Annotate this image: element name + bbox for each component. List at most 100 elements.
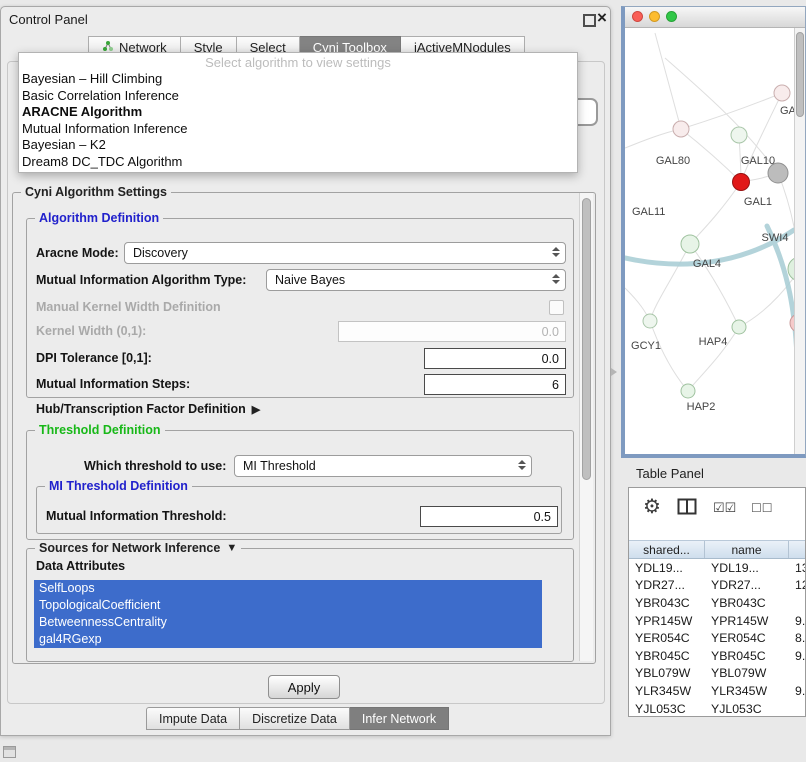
columns-icon[interactable] [677, 498, 697, 520]
cell-shared: YJL053C [629, 700, 705, 716]
cell-value [789, 665, 805, 683]
gear-icon[interactable]: ⚙ [643, 494, 661, 519]
aracne-mode-select[interactable]: Discovery [124, 242, 566, 264]
node-selected-red[interactable] [733, 174, 750, 191]
dropdown-placeholder: Select algorithm to view settings [19, 55, 577, 71]
mi-threshold-label: Mutual Information Threshold: [46, 505, 227, 527]
mi-algorithm-type-select[interactable]: Naive Bayes [266, 269, 566, 291]
hub-transcription-factor-expander[interactable]: Hub/Transcription Factor Definition ▶ [36, 402, 260, 416]
cell-name: YPR145W [705, 612, 789, 630]
node[interactable] [673, 121, 689, 137]
which-threshold-select[interactable]: MI Threshold [234, 455, 532, 477]
settings-scrollbar[interactable] [579, 193, 593, 661]
network-scrollbar-thumb[interactable] [796, 32, 804, 117]
cell-value [789, 594, 805, 612]
table-row[interactable]: YER054CYER054C8. [629, 629, 805, 647]
close-traffic-light[interactable] [632, 11, 643, 22]
table-row[interactable]: YJL053CYJL053C [629, 700, 805, 716]
node-label: HAP2 [687, 401, 716, 413]
cell-value: 13 [789, 559, 805, 577]
node-label: GAL4 [693, 258, 721, 270]
node-label: GAL80 [656, 155, 690, 167]
cell-value: 8. [789, 629, 805, 647]
window-grip-icon[interactable] [3, 746, 16, 758]
network-window-titlebar[interactable] [625, 7, 805, 28]
table-row[interactable]: YPR145WYPR145W9. [629, 612, 805, 630]
algorithm-option[interactable]: Bayesian – Hill Climbing [19, 71, 577, 88]
algorithm-option-selected[interactable]: ARACNE Algorithm [19, 104, 577, 121]
minimize-traffic-light[interactable] [649, 11, 660, 22]
expander-label: Sources for Network Inference [39, 541, 220, 555]
apply-button[interactable]: Apply [268, 675, 340, 699]
cell-value: 9. [789, 647, 805, 665]
sources-expander[interactable]: Sources for Network Inference ▼ [35, 541, 241, 555]
node[interactable] [681, 384, 695, 398]
algorithm-option[interactable]: Mutual Information Inference [19, 121, 577, 138]
manual-kernel-width-checkbox [549, 300, 564, 315]
table-row[interactable]: YDR27...YDR27...12 [629, 577, 805, 595]
close-icon[interactable]: × [597, 9, 607, 27]
mi-algorithm-type-label: Mutual Information Algorithm Type: [36, 269, 246, 291]
group-title: MI Threshold Definition [45, 479, 192, 493]
unchecked-pair-icon[interactable]: ☐☐ [751, 501, 773, 515]
kernel-width-field: 0.0 [338, 321, 566, 342]
table-row[interactable]: YBR043CYBR043C [629, 594, 805, 612]
node[interactable] [731, 127, 747, 143]
chevron-right-icon: ▶ [252, 403, 260, 416]
float-window-icon[interactable] [583, 14, 596, 27]
column-header-partial[interactable] [789, 541, 805, 558]
table-row[interactable]: YBR045CYBR045C9. [629, 647, 805, 665]
attribute-item[interactable]: TopologicalCoefficient [34, 597, 542, 614]
tab-impute-data[interactable]: Impute Data [146, 707, 240, 730]
cell-shared: YBL079W [629, 665, 705, 683]
selected-value: MI Threshold [243, 459, 316, 473]
table-row[interactable]: YBL079WYBL079W [629, 665, 805, 683]
node[interactable] [774, 85, 790, 101]
algorithm-option[interactable]: Basic Correlation Inference [19, 88, 577, 105]
group-title: Algorithm Definition [35, 211, 163, 225]
zoom-traffic-light[interactable] [666, 11, 677, 22]
network-scrollbar[interactable] [794, 28, 805, 454]
table-panel-title: Table Panel [636, 466, 704, 481]
node[interactable] [732, 320, 746, 334]
which-threshold-label: Which threshold to use: [84, 455, 226, 477]
column-header-name[interactable]: name [705, 541, 789, 558]
node-label: GAL1 [744, 196, 772, 208]
table-body: YDL19...YDL19...13 YDR27...YDR27...12 YB… [629, 559, 805, 716]
mi-steps-field[interactable]: 6 [424, 374, 566, 395]
cell-shared: YDR27... [629, 577, 705, 595]
kernel-width-label: Kernel Width (0,1): [36, 320, 146, 342]
node-label: GAL11 [632, 206, 665, 218]
checked-pair-icon[interactable]: ☑☑ [713, 500, 736, 516]
dpi-tolerance-label: DPI Tolerance [0,1]: [36, 347, 152, 369]
node[interactable] [643, 314, 657, 328]
cell-name: YDR27... [705, 577, 789, 595]
table-panel-window: ⚙ ☑☑ ☐☐ shared... name YDL19...YDL19...1… [628, 487, 806, 717]
tab-infer-network[interactable]: Infer Network [350, 707, 449, 730]
table-row[interactable]: YDL19...YDL19...13 [629, 559, 805, 577]
node[interactable] [681, 235, 699, 253]
attribute-item[interactable]: gal4RGexp [34, 631, 542, 648]
cell-shared: YPR145W [629, 612, 705, 630]
cell-shared: YDL19... [629, 559, 705, 577]
tab-discretize-data[interactable]: Discretize Data [240, 707, 350, 730]
node-label: SWI4 [762, 232, 789, 244]
data-attributes-list: SelfLoops TopologicalCoefficient Between… [34, 580, 542, 648]
aracne-mode-label: Aracne Mode: [36, 242, 119, 264]
dpi-tolerance-field[interactable]: 0.0 [424, 348, 566, 369]
control-panel-title: Control Panel [9, 12, 88, 27]
cell-name: YBR045C [705, 647, 789, 665]
algorithm-option[interactable]: Bayesian – K2 [19, 137, 577, 154]
network-canvas[interactable]: GAL80 GAL10 GAL11 GAL1 SWI4 GAL4 GCY1 HA… [625, 28, 794, 454]
attribute-item[interactable]: SelfLoops [34, 580, 542, 597]
table-header: shared... name [629, 540, 805, 559]
table-row[interactable]: YLR345WYLR345W9. [629, 682, 805, 700]
splitpane-handle[interactable] [611, 368, 617, 376]
mi-threshold-field[interactable]: 0.5 [420, 506, 558, 527]
settings-scrollbar-thumb[interactable] [582, 198, 591, 480]
mi-steps-label: Mutual Information Steps: [36, 373, 190, 395]
expander-label: Hub/Transcription Factor Definition [36, 402, 246, 416]
algorithm-option[interactable]: Dream8 DC_TDC Algorithm [19, 154, 577, 171]
column-header-shared-name[interactable]: shared... [629, 541, 705, 558]
attribute-item[interactable]: BetweennessCentrality [34, 614, 542, 631]
